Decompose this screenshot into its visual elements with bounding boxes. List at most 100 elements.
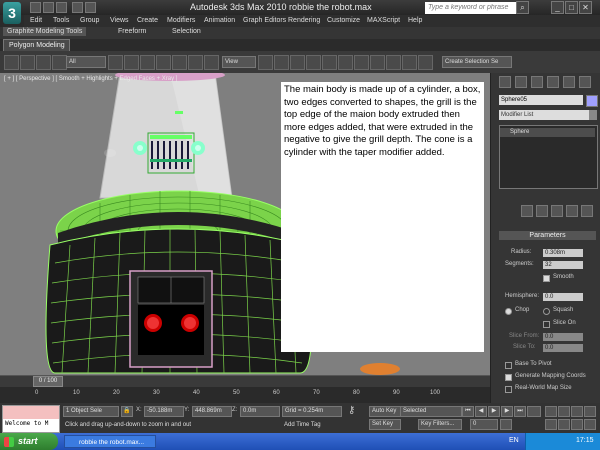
slice-on-checkbox[interactable] [543,321,550,328]
zoom-all-icon[interactable] [558,406,570,417]
generate-mapping-coords-checkbox[interactable] [505,374,512,381]
language-indicator[interactable]: EN [509,437,519,444]
window-crossing-icon[interactable] [156,55,171,70]
parameters-rollout-header[interactable]: Parameters [499,231,596,240]
key-icon[interactable]: ⚷ [348,405,355,416]
undo-icon[interactable] [72,2,83,13]
save-file-icon[interactable] [56,2,67,13]
hemisphere-field[interactable]: 0.0 [543,293,583,301]
go-to-end-icon[interactable]: ⏭ [514,406,526,417]
next-frame-icon[interactable]: ▶ [501,406,513,417]
slice-from-field[interactable]: 0.0 [543,333,583,341]
align-icon[interactable] [402,55,417,70]
open-file-icon[interactable] [43,2,54,13]
lock-selection-icon[interactable]: 🔒 [121,406,133,417]
undo-icon[interactable] [4,55,19,70]
key-filters-button[interactable]: Key Filters... [418,419,462,430]
play-icon[interactable]: ▶ [488,406,500,417]
current-frame-field[interactable]: 0 [470,419,498,430]
motion-tab-icon[interactable] [547,76,559,88]
menu-customize[interactable]: Customize [327,17,360,24]
time-configuration-icon[interactable] [500,419,512,430]
viewport-label[interactable]: [ + ] [ Perspective ] [ Smooth + Highlig… [4,76,177,82]
segments-field[interactable]: 32 [543,261,583,269]
zoom-icon[interactable] [545,406,557,417]
maxscript-input[interactable] [3,406,59,419]
orbit-icon[interactable] [571,419,583,430]
key-mode-toggle-icon[interactable] [527,406,541,417]
menu-help[interactable]: Help [408,17,422,24]
pivot-center-icon[interactable] [258,55,273,70]
menu-animation[interactable]: Animation [204,17,235,24]
mirror-icon[interactable] [386,55,401,70]
modifier-stack[interactable]: Sphere [499,125,598,189]
configure-modifier-sets-icon[interactable] [581,205,593,217]
go-to-start-icon[interactable]: ⏮ [462,406,474,417]
display-tab-icon[interactable] [563,76,575,88]
object-name-field[interactable]: Sphere05 [499,95,583,105]
named-selection-select[interactable]: Create Selection Se [442,56,512,68]
menu-modifiers[interactable]: Modifiers [167,17,195,24]
show-end-result-icon[interactable] [536,205,548,217]
previous-frame-icon[interactable]: ◀ [475,406,487,417]
select-and-rotate-icon[interactable] [188,55,203,70]
selected-select[interactable]: Selected [400,406,462,417]
select-object-icon[interactable] [108,55,123,70]
menu-group[interactable]: Group [80,17,99,24]
slice-to-field[interactable]: 0.0 [543,344,583,352]
maximize-viewport-icon[interactable] [584,419,596,430]
object-color-swatch[interactable] [586,95,598,107]
selection-filter-select[interactable]: All [66,56,106,68]
tab-freeform[interactable]: Freeform [118,28,146,35]
create-tab-icon[interactable] [499,76,511,88]
menu-tools[interactable]: Tools [53,17,69,24]
set-key-button[interactable]: Set Key [369,419,401,430]
selection-region-icon[interactable] [140,55,155,70]
close-button[interactable]: ✕ [579,1,592,14]
modifier-list-select[interactable]: Modifier List [499,110,589,120]
select-manipulate-icon[interactable] [274,55,289,70]
search-input[interactable] [425,2,516,14]
percent-snap-icon[interactable] [338,55,353,70]
taskbar-item-3dsmax[interactable]: robbie the robot.max... [64,435,156,448]
field-of-view-icon[interactable] [545,419,557,430]
hierarchy-tab-icon[interactable] [531,76,543,88]
select-and-scale-icon[interactable] [204,55,219,70]
spinner-snap-icon[interactable] [354,55,369,70]
auto-key-button[interactable]: Auto Key [369,406,401,417]
pan-view-icon[interactable] [558,419,570,430]
base-to-pivot-checkbox[interactable] [505,362,512,369]
edit-named-selection-icon[interactable] [370,55,385,70]
x-coord-field[interactable]: -50.188m [144,406,184,417]
reference-coordinate-select[interactable]: View [222,56,256,68]
menu-rendering[interactable]: Rendering [288,17,320,24]
minimize-button[interactable]: _ [551,1,564,14]
menu-graph-editors[interactable]: Graph Editors [243,17,286,24]
tab-selection[interactable]: Selection [172,28,201,35]
angle-snap-icon[interactable] [322,55,337,70]
new-file-icon[interactable] [30,2,41,13]
time-slider[interactable]: 0 / 100 [33,376,63,387]
menu-edit[interactable]: Edit [30,17,42,24]
stack-item-sphere[interactable]: Sphere [500,128,595,137]
track-bar[interactable]: 0 10 20 30 40 50 60 70 80 90 100 [0,387,490,403]
select-and-move-icon[interactable] [172,55,187,70]
menu-views[interactable]: Views [110,17,129,24]
zoom-extents-all-icon[interactable] [584,406,596,417]
snaps-toggle-icon[interactable] [306,55,321,70]
utilities-tab-icon[interactable] [579,76,591,88]
unlink-icon[interactable] [36,55,51,70]
search-icon[interactable]: ⌕ [516,1,529,14]
remove-modifier-icon[interactable] [566,205,578,217]
bind-space-warp-icon[interactable] [52,55,67,70]
squash-radio[interactable] [543,308,550,315]
maxscript-listener[interactable]: Welcome to M [2,405,60,433]
modify-tab-icon[interactable] [515,76,527,88]
z-coord-field[interactable]: 0.0m [240,406,280,417]
redo-icon[interactable] [85,2,96,13]
radius-field[interactable]: 0.308m [543,249,583,257]
chevron-down-icon[interactable] [589,110,597,120]
add-time-tag-button[interactable]: Add Time Tag [282,421,340,430]
menu-create[interactable]: Create [137,17,158,24]
menu-maxscript[interactable]: MAXScript [367,17,400,24]
